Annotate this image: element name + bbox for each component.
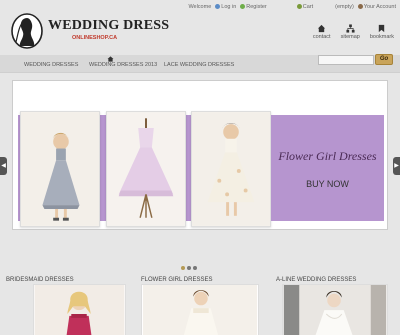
site-logo[interactable]: WEDDING DRESS ONLINESHOP.CA	[10, 12, 169, 50]
chevron-right-icon: ▶	[394, 163, 399, 169]
search-go-button[interactable]: Go	[375, 54, 393, 65]
bookmark-icon	[379, 24, 385, 33]
nav-item-wedding-dresses-2013[interactable]: WEDDING DRESSES 2013	[89, 62, 157, 68]
cart-icon	[296, 4, 302, 10]
carousel-dot[interactable]	[193, 266, 197, 270]
search-input[interactable]	[318, 55, 374, 65]
welcome-text: Welcome	[188, 4, 212, 10]
house-icon	[318, 24, 326, 33]
sitemap-icon	[346, 24, 355, 33]
banner-text-panel	[271, 115, 384, 221]
carousel-indicators	[181, 266, 197, 270]
carousel-prev-button[interactable]: ◀	[0, 157, 7, 175]
chevron-left-icon: ◀	[1, 163, 6, 169]
carousel-dot[interactable]	[187, 266, 191, 270]
buy-now-button[interactable]: BUY NOW	[271, 179, 384, 189]
banner-photo-girl-gray-dress	[20, 111, 100, 227]
contact-link[interactable]: contact	[313, 24, 331, 40]
category-card-a-line[interactable]	[282, 284, 388, 335]
logo-tagline: ONLINESHOP.CA	[72, 35, 118, 41]
nav-item-wedding-dresses[interactable]: WEDDING DRESSES	[24, 62, 78, 68]
account-link[interactable]: Your Account	[357, 4, 396, 10]
banner-heading: Flower Girl Dresses	[278, 149, 377, 163]
cart-status: (empty)	[335, 4, 354, 10]
girl-white-dress-image	[192, 112, 270, 226]
register-icon	[240, 4, 246, 10]
register-link[interactable]: Register	[240, 4, 267, 10]
login-link[interactable]: Log in	[215, 4, 236, 10]
carousel-dot[interactable]	[181, 266, 185, 270]
category-card-flower-girl[interactable]	[141, 284, 259, 335]
logo-title: WEDDING DRESS	[48, 18, 170, 33]
banner-photo-pink-dress	[106, 111, 186, 227]
sitemap-link[interactable]: sitemap	[341, 24, 360, 40]
a-line-wedding-dress-image	[283, 285, 387, 335]
site-header: WEDDING DRESS ONLINESHOP.CA Welcome Log …	[0, 0, 400, 50]
category-card-bridesmaid[interactable]	[33, 284, 126, 335]
pink-dress-on-stand-image	[107, 112, 185, 226]
utility-links: contact sitemap bookmark	[313, 24, 394, 40]
carousel-next-button[interactable]: ▶	[393, 157, 400, 175]
banner-photo-girl-white-dress	[191, 111, 271, 227]
login-icon	[215, 4, 221, 10]
account-icon	[357, 4, 363, 10]
bride-silhouette-icon	[11, 13, 43, 49]
bookmark-link[interactable]: bookmark	[370, 24, 394, 40]
flower-girl-dress-image	[142, 285, 258, 335]
bridesmaid-dress-image	[34, 285, 125, 335]
category-title-a-line[interactable]: A-LINE WEDDING DRESSES	[276, 277, 356, 283]
girl-gray-dress-image	[21, 112, 99, 226]
top-links: Welcome Log in Register Cart (empty) You…	[188, 2, 396, 12]
hero-banner[interactable]: Flower Girl Dresses BUY NOW	[12, 80, 388, 230]
cart-link[interactable]: Cart	[296, 4, 313, 10]
category-title-bridesmaid[interactable]: BRIDESMAID DRESSES	[6, 277, 74, 283]
nav-item-lace-wedding-dresses[interactable]: LACE WEDDING DRESSES	[164, 62, 234, 68]
category-title-flower-girl[interactable]: FLOWER GIRL DRESSES	[141, 277, 212, 283]
